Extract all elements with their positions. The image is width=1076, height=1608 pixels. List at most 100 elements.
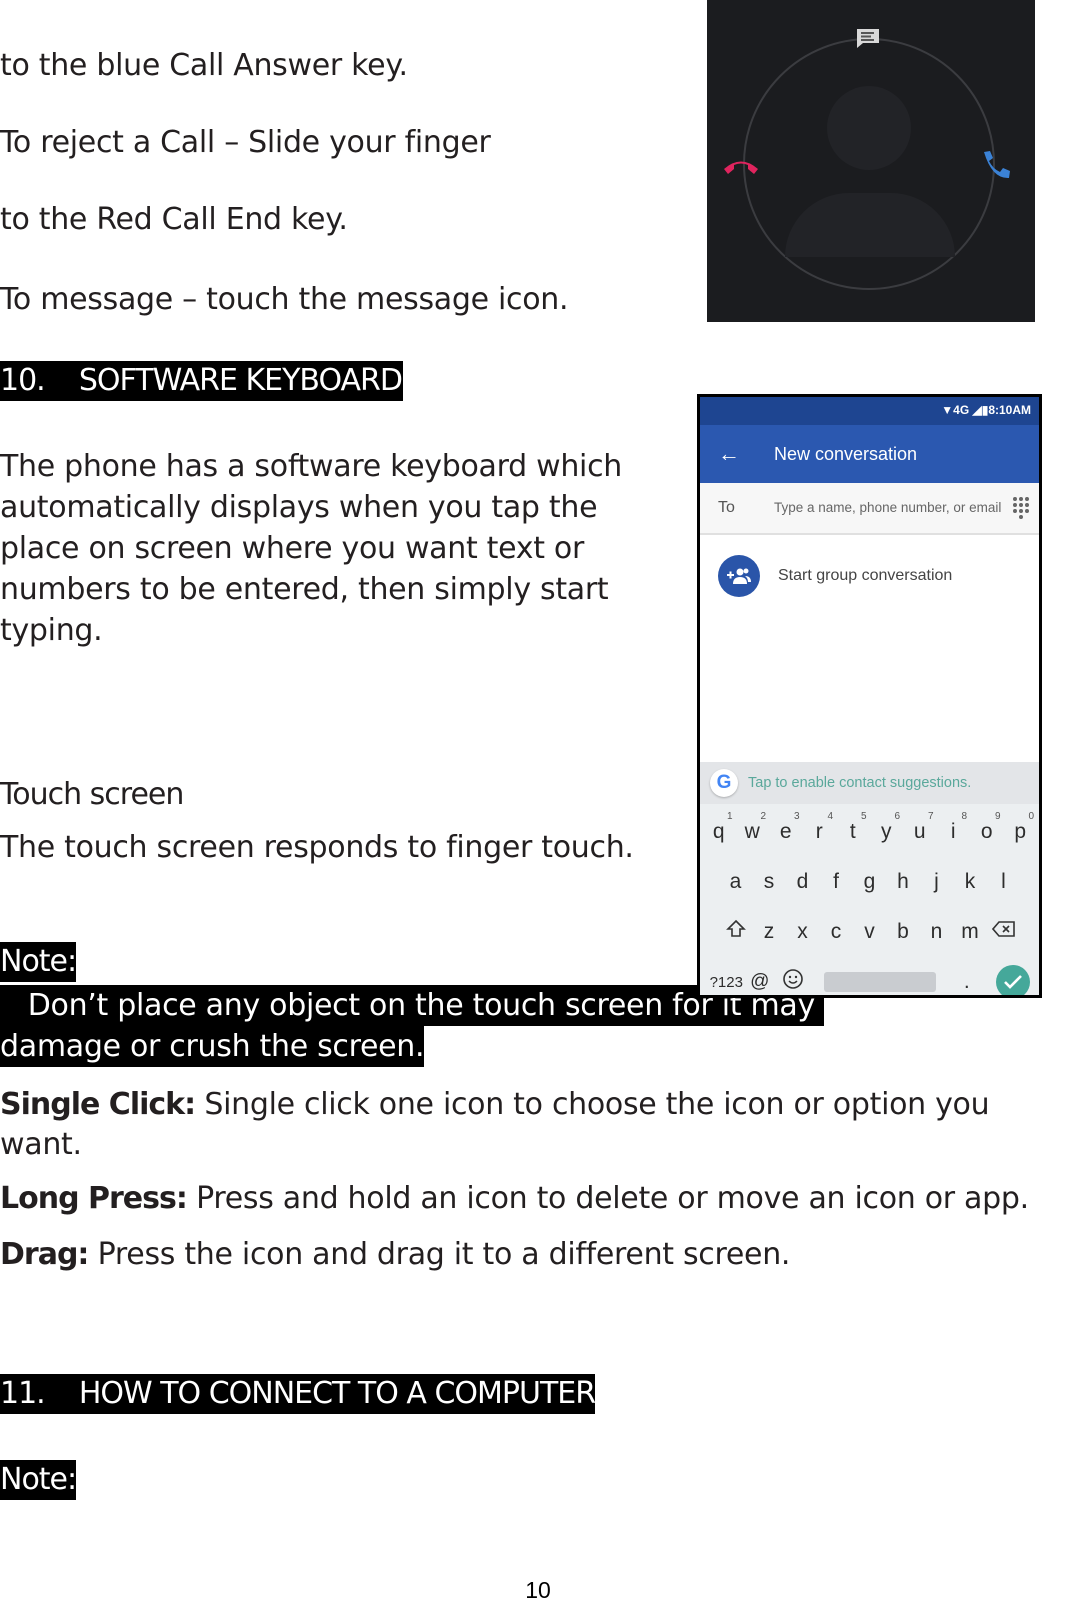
key-e[interactable]: e bbox=[780, 820, 792, 843]
key-hint-number: 2 bbox=[760, 811, 766, 822]
note-label-text: Note: bbox=[0, 942, 77, 982]
key-hint-number: 3 bbox=[793, 811, 800, 822]
gesture-label: Drag: bbox=[0, 1237, 89, 1272]
key-r[interactable]: r bbox=[816, 820, 823, 843]
key-wrapper[interactable]: p0 bbox=[1004, 811, 1038, 844]
touch-screen-body: The touch screen responds to finger touc… bbox=[0, 830, 634, 865]
key-t[interactable]: t bbox=[850, 820, 856, 843]
key-q[interactable]: q bbox=[713, 820, 725, 843]
key-wrapper[interactable]: u7 bbox=[903, 811, 937, 844]
key-j[interactable]: j bbox=[920, 870, 954, 894]
suggestion-text: Tap to enable contact suggestions. bbox=[748, 775, 972, 791]
key-l[interactable]: l bbox=[987, 870, 1021, 894]
symbols-key[interactable]: ?123 bbox=[710, 974, 744, 991]
answer-call-icon bbox=[984, 151, 1010, 179]
page-number: 10 bbox=[525, 1577, 551, 1603]
note-warning-line2: damage or crush the screen. bbox=[0, 1026, 425, 1067]
incoming-call-screenshot bbox=[707, 0, 1035, 322]
shift-key-icon[interactable] bbox=[719, 919, 753, 945]
google-g-icon: G bbox=[710, 769, 738, 797]
backspace-key-icon[interactable] bbox=[987, 920, 1021, 944]
status-bar: ▼4G ◢▮8:10AM bbox=[700, 397, 1039, 425]
group-conversation-label: Start group conversation bbox=[778, 567, 953, 584]
note-label: Note: bbox=[0, 942, 77, 982]
key-wrapper[interactable]: r4 bbox=[803, 811, 837, 844]
section-10-heading-text: 10. SOFTWARE KEYBOARD bbox=[0, 361, 403, 401]
intro-line-message: To message – touch the message icon. bbox=[0, 282, 569, 317]
period-key[interactable]: . bbox=[950, 970, 984, 994]
note-2-label: Note: bbox=[0, 1460, 77, 1500]
key-wrapper[interactable]: w2 bbox=[736, 811, 770, 844]
back-arrow-icon[interactable]: ← bbox=[700, 441, 758, 467]
key-n[interactable]: n bbox=[920, 920, 954, 944]
key-g[interactable]: g bbox=[853, 870, 887, 894]
recipient-input[interactable]: Type a name, phone number, or email bbox=[758, 500, 1005, 516]
space-bar[interactable] bbox=[824, 972, 936, 992]
key-hint-number: 7 bbox=[927, 811, 934, 822]
key-s[interactable]: s bbox=[752, 870, 786, 894]
gesture-label: Single Click: bbox=[0, 1087, 196, 1122]
section-10-line: numbers to be entered, then simply start bbox=[0, 572, 609, 607]
key-f[interactable]: f bbox=[819, 870, 853, 894]
keyboard-row-3: zxcvbnm bbox=[700, 907, 1039, 957]
key-d[interactable]: d bbox=[786, 870, 820, 894]
key-hint-number: 4 bbox=[827, 811, 833, 822]
key-p[interactable]: p bbox=[1014, 820, 1026, 843]
gesture-drag: Drag: Press the icon and drag it to a di… bbox=[0, 1238, 790, 1272]
section-11-number: 11. bbox=[0, 1374, 79, 1414]
note-2-label-text: Note: bbox=[0, 1460, 77, 1500]
key-hint-number: 6 bbox=[894, 811, 900, 822]
intro-line-reject: To reject a Call – Slide your finger bbox=[0, 125, 491, 160]
contact-avatar-icon bbox=[827, 86, 911, 170]
key-u[interactable]: u bbox=[914, 820, 926, 843]
gesture-text: Press the icon and drag it to a differen… bbox=[88, 1237, 791, 1272]
key-h[interactable]: h bbox=[886, 870, 920, 894]
section-11-title: HOW TO CONNECT TO A COMPUTER bbox=[78, 1374, 596, 1414]
app-bar: ← New conversation bbox=[700, 425, 1039, 483]
to-label: To bbox=[718, 499, 735, 516]
key-k[interactable]: k bbox=[953, 870, 987, 894]
key-i[interactable]: i bbox=[951, 820, 956, 843]
key-hint-number: 0 bbox=[1028, 811, 1034, 822]
key-w[interactable]: w bbox=[745, 820, 760, 843]
key-wrapper[interactable]: t5 bbox=[836, 811, 870, 844]
key-hint-number: 1 bbox=[726, 811, 733, 822]
enter-check-icon[interactable] bbox=[995, 965, 1030, 995]
key-m[interactable]: m bbox=[953, 920, 987, 944]
new-conversation-screenshot: ▼4G ◢▮8:10AM ← New conversation To Type … bbox=[697, 394, 1042, 998]
section-10-body: The phone has a software keyboard which … bbox=[0, 446, 622, 651]
suggestion-strip[interactable]: G Tap to enable contact suggestions. bbox=[700, 762, 1039, 804]
section-10-line: place on screen where you want text or bbox=[0, 531, 585, 566]
start-group-conversation-item[interactable]: Start group conversation bbox=[700, 535, 1039, 617]
key-wrapper[interactable]: o9 bbox=[970, 811, 1004, 844]
gesture-label: Long Press: bbox=[0, 1181, 188, 1216]
gesture-long-press: Long Press: Press and hold an icon to de… bbox=[0, 1182, 1029, 1216]
key-wrapper[interactable]: q1 bbox=[702, 811, 736, 844]
key-o[interactable]: o bbox=[981, 820, 993, 843]
key-wrapper[interactable]: y6 bbox=[870, 811, 904, 844]
key-hint-number: 5 bbox=[860, 811, 867, 822]
key-z[interactable]: z bbox=[752, 920, 786, 944]
key-a[interactable]: a bbox=[719, 870, 753, 894]
gesture-text: Press and hold an icon to delete or move… bbox=[186, 1181, 1029, 1216]
key-b[interactable]: b bbox=[886, 920, 920, 944]
key-wrapper[interactable]: e3 bbox=[769, 811, 803, 844]
key-v[interactable]: v bbox=[853, 920, 887, 944]
key-x[interactable]: x bbox=[786, 920, 820, 944]
keyboard-row-2: asdfghjkl bbox=[700, 857, 1039, 907]
section-10-heading: 10. SOFTWARE KEYBOARD bbox=[0, 361, 403, 401]
group-add-icon bbox=[718, 555, 760, 597]
key-c[interactable]: c bbox=[819, 920, 853, 944]
section-11-heading: 11. HOW TO CONNECT TO A COMPUTER bbox=[0, 1374, 596, 1414]
at-key[interactable]: @ bbox=[743, 971, 777, 993]
key-hint-number: 9 bbox=[994, 811, 1001, 822]
software-keyboard: q1w2e3r4t5y6u7i8o9p0 asdfghjkl zxcvbnm ?… bbox=[700, 804, 1039, 995]
app-bar-title: New conversation bbox=[774, 443, 918, 464]
section-10-line: The phone has a software keyboard which bbox=[0, 449, 622, 484]
key-wrapper[interactable]: i8 bbox=[937, 811, 971, 844]
dialpad-icon[interactable] bbox=[1005, 493, 1039, 523]
emoji-key-icon[interactable] bbox=[777, 968, 811, 995]
decline-call-icon bbox=[724, 161, 758, 174]
gesture-text: Single click one icon to choose the icon… bbox=[195, 1087, 990, 1122]
key-y[interactable]: y bbox=[881, 820, 892, 843]
